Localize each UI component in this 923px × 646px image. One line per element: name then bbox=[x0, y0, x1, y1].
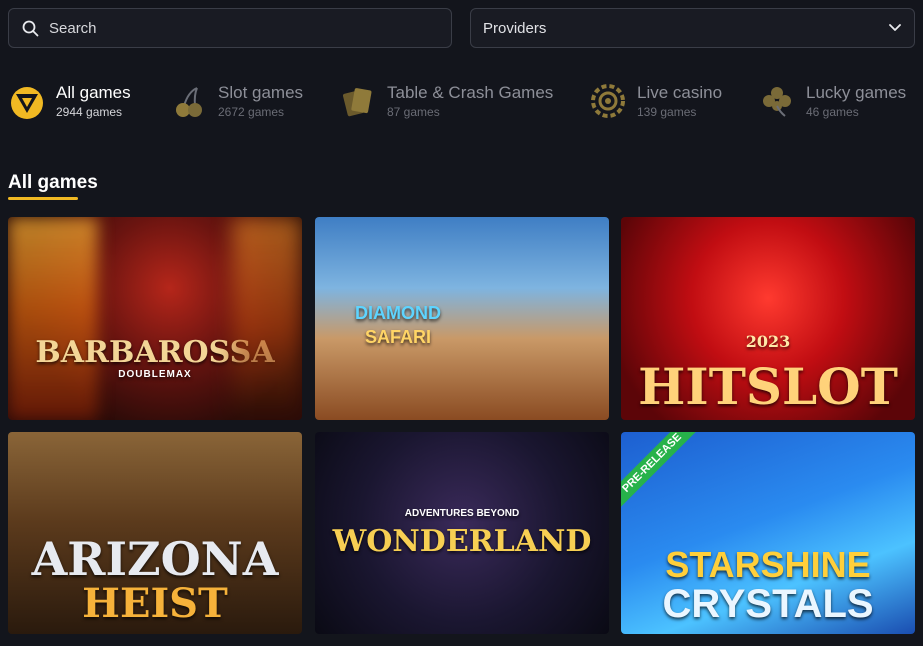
game-subtitle: DOUBLEMAX bbox=[118, 369, 192, 380]
category-count: 2672 games bbox=[218, 105, 285, 119]
game-title: HITSLOT bbox=[638, 357, 898, 416]
search-box[interactable] bbox=[8, 8, 452, 48]
game-title: WONDERLAND bbox=[332, 524, 592, 559]
category-name: Lucky games bbox=[806, 83, 907, 102]
category-count: 46 games bbox=[806, 105, 859, 119]
category-name: Table & Crash Games bbox=[387, 83, 554, 102]
game-tile-diamond-safari[interactable]: DIAMOND SAFARI bbox=[315, 217, 609, 420]
category-count: 139 games bbox=[637, 105, 697, 119]
game-subtitle: SAFARI bbox=[364, 327, 431, 347]
game-tile-arizona-heist[interactable]: ARIZONA HEIST bbox=[8, 432, 302, 634]
search-input[interactable] bbox=[47, 18, 431, 38]
game-title: STARSHINE bbox=[665, 544, 871, 585]
prerelease-badge: PRE-RELEASE bbox=[621, 432, 698, 509]
game-title: ARIZONA bbox=[31, 532, 279, 586]
category-count: 2944 games bbox=[56, 105, 123, 119]
search-icon bbox=[22, 20, 39, 36]
providers-label: Providers bbox=[483, 19, 547, 37]
providers-dropdown[interactable]: Providers bbox=[470, 8, 915, 48]
category-table-crash-games[interactable]: Table & Crash Games 87 games bbox=[339, 78, 553, 124]
game-tile-hitslot[interactable]: 2023 HITSLOT bbox=[621, 217, 915, 420]
game-subtitle: 2023 bbox=[745, 332, 791, 351]
category-bar: All games 2944 games Slot games 2672 gam… bbox=[8, 78, 923, 128]
roulette-icon bbox=[589, 82, 627, 120]
game-title: BARBAROSSA bbox=[35, 335, 275, 370]
cards-icon bbox=[339, 82, 377, 120]
game-subtitle: ADVENTURES BEYOND bbox=[404, 508, 520, 519]
game-tile-starshine-crystals[interactable]: PRE-RELEASE STARSHINE CRYSTALS bbox=[621, 432, 915, 634]
category-all-games[interactable]: All games 2944 games bbox=[8, 78, 131, 124]
category-live-casino[interactable]: Live casino 139 games bbox=[589, 78, 722, 124]
category-name: Live casino bbox=[637, 83, 723, 102]
cherries-icon bbox=[170, 82, 208, 120]
chevron-down-icon bbox=[889, 24, 901, 31]
category-name: Slot games bbox=[218, 83, 304, 102]
section-underline bbox=[8, 197, 78, 200]
category-count: 87 games bbox=[387, 105, 440, 119]
game-title: DIAMOND bbox=[355, 303, 441, 323]
game-tile-wonderland[interactable]: ADVENTURES BEYOND WONDERLAND bbox=[315, 432, 609, 634]
all-games-icon bbox=[8, 82, 46, 120]
section-title: All games bbox=[8, 172, 98, 193]
clover-icon bbox=[758, 82, 796, 120]
game-subtitle: HEIST bbox=[82, 580, 228, 627]
category-name: All games bbox=[56, 83, 131, 102]
game-tile-barbarossa[interactable]: BARBAROSSA DOUBLEMAX bbox=[8, 217, 302, 420]
category-lucky-games[interactable]: Lucky games 46 games bbox=[758, 78, 906, 124]
game-subtitle: CRYSTALS bbox=[662, 582, 874, 626]
category-slot-games[interactable]: Slot games 2672 games bbox=[170, 78, 303, 124]
